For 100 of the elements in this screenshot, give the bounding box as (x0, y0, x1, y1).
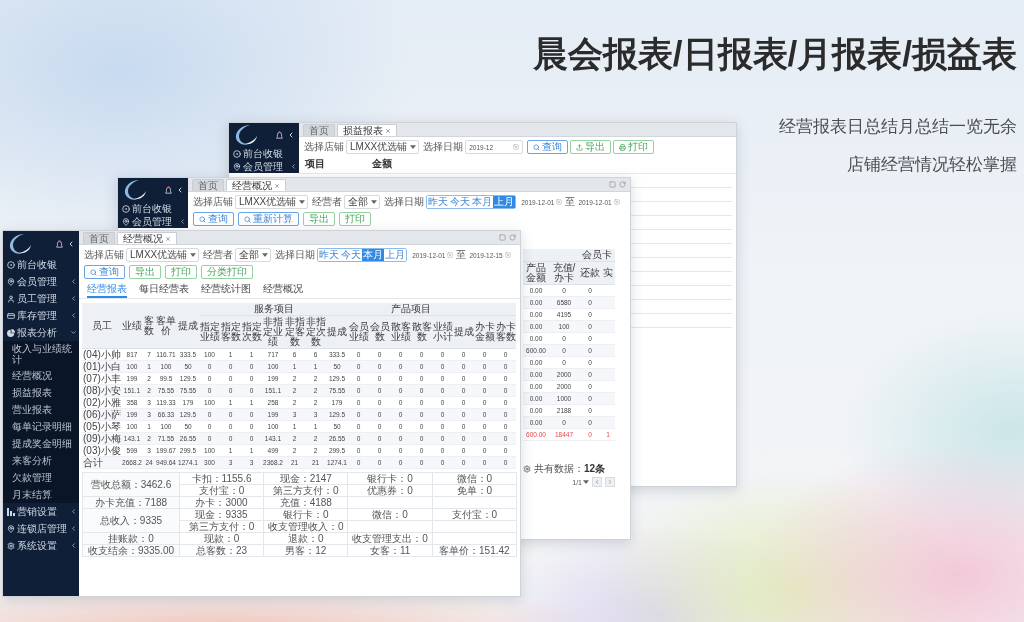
clear-icon[interactable] (504, 252, 511, 258)
refresh-icon[interactable] (619, 181, 626, 188)
store-select[interactable]: LMXX优选铺 (126, 248, 200, 262)
settings-icon (7, 541, 15, 550)
pin-icon (122, 217, 130, 226)
period-button[interactable]: 上月 (384, 249, 407, 261)
column-header: 还款 (579, 261, 601, 285)
search-icon (244, 215, 251, 223)
prev-page-button[interactable] (592, 477, 602, 487)
summary-cell: 男客：12 (264, 545, 349, 557)
operator-select[interactable]: 全部 (344, 195, 381, 209)
close-icon[interactable] (385, 127, 391, 134)
subtab[interactable]: 每日经营表 (139, 283, 189, 298)
column-header: 员工 (82, 303, 121, 349)
upload-icon (576, 143, 584, 151)
submenu-item[interactable]: 营业报表 (3, 401, 79, 418)
submenu-item[interactable]: 损益报表 (3, 384, 79, 401)
submenu-item[interactable]: 收入与业绩统计 (3, 341, 79, 367)
close-icon[interactable] (165, 235, 171, 242)
period-button[interactable]: 昨天 (427, 196, 450, 208)
period-button[interactable]: 本月 (362, 249, 385, 261)
query-button[interactable]: 查询 (527, 140, 569, 154)
column-header: 指定业绩 (199, 315, 220, 349)
refresh-icon[interactable] (509, 234, 516, 241)
menu-item[interactable]: 员工管理 (3, 290, 79, 307)
tab[interactable]: 首页 (192, 179, 224, 191)
menu-item[interactable]: 系统设置 (3, 537, 79, 554)
bell-icon[interactable] (165, 186, 172, 194)
summary-cell: 优惠券：0 (348, 485, 433, 497)
clear-icon[interactable] (513, 144, 520, 150)
column-header: 提成 (326, 315, 349, 349)
summary-cell: 收支管理支出：0 (348, 533, 433, 545)
column-header: 非指定次数 (305, 315, 326, 349)
column-header: 业绩 (121, 303, 143, 349)
menu-item[interactable]: 前台收银 (3, 256, 79, 273)
period-button[interactable]: 昨天 (318, 249, 341, 261)
column-header: 充值/办卡 (549, 261, 579, 285)
tab[interactable]: 首页 (303, 124, 335, 136)
query-button[interactable]: 查询 (193, 212, 234, 226)
range-separator: 至 (456, 249, 467, 261)
printer-icon (619, 143, 627, 151)
menu-item[interactable]: 库存管理 (3, 307, 79, 324)
range-separator: 至 (565, 196, 576, 208)
pie-chart-icon (7, 328, 15, 337)
search-icon (90, 268, 97, 276)
summary-cell: 女客：11 (348, 545, 433, 557)
chevron-left-icon[interactable] (67, 239, 75, 248)
tab[interactable]: 首页 (83, 232, 115, 244)
close-icon[interactable] (274, 182, 280, 189)
query-button[interactable]: 查询 (84, 265, 125, 279)
submenu-item[interactable]: 来客分析 (3, 452, 79, 469)
chevron-left-icon[interactable] (176, 186, 184, 194)
filter-label: 选择日期 (384, 196, 425, 208)
bell-icon[interactable] (276, 131, 283, 139)
menu-item[interactable]: 报表分析 (3, 324, 79, 341)
operator-select[interactable]: 全部 (235, 248, 272, 262)
period-button[interactable]: 今天 (449, 196, 472, 208)
settings-icon[interactable] (523, 464, 531, 473)
tab[interactable]: 损益报表 (337, 124, 397, 136)
submenu-item[interactable]: 经营概况 (3, 367, 79, 384)
menu-item[interactable]: 会员管理 (229, 160, 299, 173)
period-button[interactable]: 今天 (340, 249, 363, 261)
menu-item[interactable]: 会员管理 (3, 273, 79, 290)
menu-item[interactable]: 营销设置 (3, 503, 79, 520)
summary-cell: 第三方支付：0 (179, 521, 265, 533)
next-page-button[interactable] (605, 477, 615, 487)
clear-icon[interactable] (447, 252, 454, 258)
period-button[interactable]: 上月 (493, 196, 516, 208)
menu-item[interactable]: 前台收银 (229, 147, 299, 160)
submenu-item[interactable]: 每单记录明细 (3, 418, 79, 435)
card-icon (7, 311, 15, 320)
submenu-item[interactable]: 提成奖金明细 (3, 435, 79, 452)
store-select[interactable]: LMXX优选铺 (346, 140, 420, 154)
query-button[interactable]: 重新计算 (238, 212, 299, 226)
subtab[interactable]: 经营报表 (87, 283, 127, 298)
tab[interactable]: 经营概况 (117, 232, 177, 244)
filter-label: 经营者 (203, 249, 234, 261)
chevron-left-icon[interactable] (287, 131, 295, 139)
submenu-item[interactable]: 月末结算 (3, 486, 79, 503)
column-header: 业绩小计 (432, 315, 454, 349)
store-select[interactable]: LMXX优选铺 (235, 195, 309, 209)
bar-chart-icon (7, 507, 15, 516)
column-header: 非指定业绩 (262, 315, 284, 349)
column-header: 提成 (177, 303, 199, 349)
clear-icon[interactable] (556, 199, 563, 205)
summary-cell: 支付宝：0 (179, 485, 265, 497)
subtab[interactable]: 经营统计图 (201, 283, 251, 298)
headline-title: 晨会报表/日报表/月报表/损益表 (532, 33, 1017, 75)
summary-cell: 退款：0 (264, 533, 349, 545)
menu-item[interactable]: 前台收银 (118, 202, 188, 215)
clear-icon[interactable] (613, 199, 620, 205)
filter-label: 选择日期 (275, 249, 316, 261)
subtab[interactable]: 经营概况 (263, 283, 303, 298)
menu-item[interactable]: 连锁店管理 (3, 520, 79, 537)
caret-icon (410, 145, 417, 149)
submenu-item[interactable]: 欠款管理 (3, 469, 79, 486)
search-icon (533, 143, 541, 151)
tab[interactable]: 经营概况 (226, 179, 286, 191)
menu-item[interactable]: 会员管理 (118, 215, 188, 228)
bell-icon[interactable] (56, 239, 63, 248)
